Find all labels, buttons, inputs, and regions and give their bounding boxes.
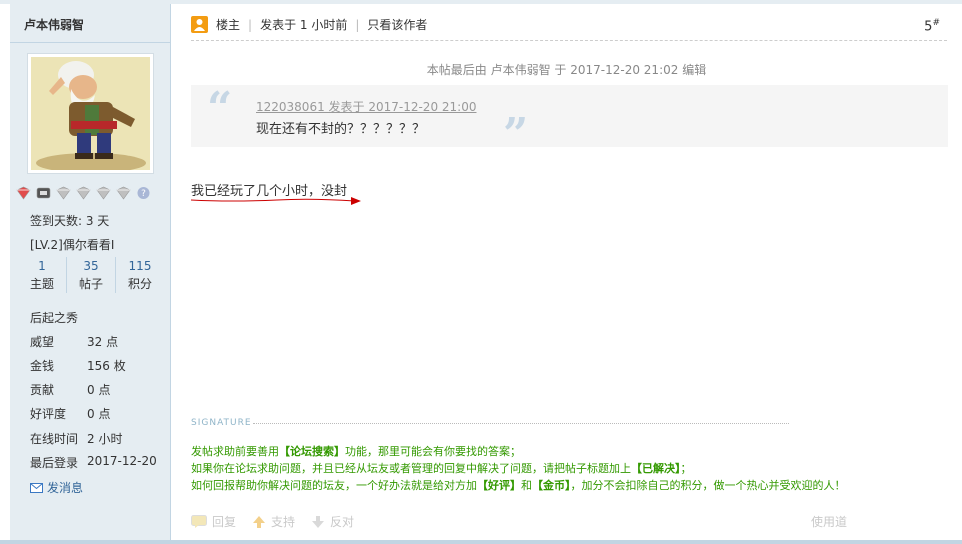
count-threads[interactable]: 1 主题 bbox=[18, 257, 67, 293]
count-label: 主题 bbox=[29, 277, 54, 291]
floor-number[interactable]: 5# bbox=[924, 18, 940, 34]
count-points[interactable]: 115 积分 bbox=[116, 257, 164, 293]
info-row: 金钱 156 枚 bbox=[30, 357, 170, 374]
oppose-label: 反对 bbox=[330, 515, 355, 529]
quote-close-icon: ” bbox=[503, 109, 529, 160]
oppose-button[interactable]: 反对 bbox=[311, 513, 354, 530]
user-counts: 1 主题 35 帖子 115 积分 bbox=[18, 257, 164, 293]
quote-author-link[interactable]: 122038061 发表于 2017-12-20 21:00 bbox=[256, 98, 476, 115]
quote-open-icon: “ bbox=[207, 83, 233, 134]
medal-dark-icon[interactable] bbox=[35, 186, 52, 200]
reply-label: 回复 bbox=[212, 515, 237, 529]
support-label: 支持 bbox=[271, 515, 296, 529]
post-header: 楼主 | 发表于 1 小时前 | 只看该作者 bbox=[191, 16, 427, 33]
only-author-link[interactable]: 只看该作者 bbox=[367, 16, 427, 33]
sig-text: 如果你在论坛求助问题，并且已经从坛友或者管理的回复中解决了问题，请把帖子标题加上 bbox=[191, 462, 631, 475]
sig-bold: 【好评】 bbox=[477, 479, 521, 492]
medal-gray-icon[interactable] bbox=[95, 186, 112, 200]
sig-bold: 【已解决】 bbox=[631, 462, 681, 475]
count-number[interactable]: 1 bbox=[18, 259, 66, 273]
post-time: 发表于 1 小时前 bbox=[260, 18, 348, 32]
sig-bold: 【论坛搜索】 bbox=[279, 445, 345, 458]
sig-text: 如何回报帮助你解决问题的坛友，一个好办法就是给对方加 bbox=[191, 479, 477, 492]
divider bbox=[191, 40, 947, 41]
avatar-image bbox=[31, 57, 150, 170]
user-level[interactable]: [LV.2]偶尔看看I bbox=[30, 236, 114, 253]
user-rank: 后起之秀 bbox=[30, 311, 79, 325]
sig-bold: 【金币】 bbox=[532, 479, 571, 492]
divider bbox=[10, 42, 170, 43]
info-value: 0 点 bbox=[87, 407, 111, 421]
post-actions: 回复 支持 反对 bbox=[191, 513, 366, 530]
sig-text: 功能，那里可能会有你要找的答案； bbox=[345, 445, 521, 458]
sig-text: 和 bbox=[521, 479, 532, 492]
floor-mark: # bbox=[932, 18, 940, 28]
count-posts[interactable]: 35 帖子 bbox=[67, 257, 116, 293]
info-label: 最后登录 bbox=[30, 456, 79, 470]
reply-icon bbox=[191, 514, 207, 528]
quote-block: “ 122038061 发表于 2017-12-20 21:00 现在还有不封的… bbox=[191, 83, 948, 157]
medal-red-icon[interactable] bbox=[15, 186, 32, 200]
envelope-icon bbox=[30, 482, 43, 493]
author-name[interactable]: 卢本伟弱智 bbox=[24, 16, 84, 33]
send-message-label: 发消息 bbox=[47, 481, 84, 495]
count-label: 帖子 bbox=[78, 277, 103, 291]
medal-gray-icon[interactable] bbox=[75, 186, 92, 200]
info-row: 最后登录 2017-12-20 bbox=[30, 454, 170, 471]
thread-owner-icon bbox=[191, 16, 208, 33]
info-value: 2 小时 bbox=[87, 432, 123, 446]
info-value: 2017-12-20 bbox=[87, 454, 157, 468]
info-label: 贡献 bbox=[30, 383, 55, 397]
count-number[interactable]: 35 bbox=[67, 259, 115, 273]
count-number[interactable]: 115 bbox=[116, 259, 164, 273]
sig-text: 发帖求助前要善用 bbox=[191, 445, 279, 458]
question-icon[interactable]: ? bbox=[135, 186, 152, 200]
quote-text: 现在还有不封的？？？？？？ bbox=[256, 122, 426, 137]
info-value: 32 点 bbox=[87, 335, 119, 349]
support-button[interactable]: 支持 bbox=[252, 513, 295, 530]
info-label: 金钱 bbox=[30, 359, 55, 373]
info-row: 贡献 0 点 bbox=[30, 381, 170, 398]
bottom-border bbox=[0, 540, 962, 544]
reply-button[interactable]: 回复 bbox=[191, 513, 236, 530]
info-label: 好评度 bbox=[30, 407, 67, 421]
avatar[interactable] bbox=[27, 53, 154, 174]
thread-owner-label: 楼主 bbox=[216, 18, 241, 32]
medal-gray-icon[interactable] bbox=[115, 186, 132, 200]
signature-line: 如果你在论坛求助问题，并且已经从坛友或者管理的回复中解决了问题，请把帖子标题加上… bbox=[191, 460, 692, 476]
info-label: 威望 bbox=[30, 335, 55, 349]
signature-divider bbox=[253, 423, 789, 424]
signature-line: 如何回报帮助你解决问题的坛友，一个好办法就是给对方加【好评】和【金币】，加分不会… bbox=[191, 477, 846, 493]
medal-gray-icon[interactable] bbox=[55, 186, 72, 200]
thumbs-down-icon bbox=[312, 515, 325, 528]
red-underline-arrow bbox=[191, 197, 361, 205]
edit-note: 本帖最后由 卢本伟弱智 于 2017-12-20 21:02 编辑 bbox=[426, 63, 707, 77]
post-main: 楼主 | 发表于 1 小时前 | 只看该作者 5# 本帖最后由 卢本伟弱智 于 … bbox=[171, 4, 962, 540]
sig-text: ； bbox=[680, 462, 692, 475]
sig-text: ，加分不会扣除自己的积分，做一个热心并受欢迎的人！ bbox=[570, 479, 846, 492]
signature-label: SIGNATURE bbox=[191, 418, 252, 428]
use-item-button[interactable]: 使用道 bbox=[811, 513, 847, 530]
info-label: 在线时间 bbox=[30, 432, 79, 446]
svg-text:?: ? bbox=[141, 189, 146, 199]
separator: | bbox=[355, 17, 360, 32]
medal-row: ? bbox=[15, 186, 152, 200]
author-sidebar: 卢本伟弱智 ? 签到天数: 3 天 [LV.2]偶尔看看I 1 主题 35 帖子… bbox=[10, 4, 171, 540]
signature-line: 发帖求助前要善用【论坛搜索】功能，那里可能会有你要找的答案； bbox=[191, 443, 521, 459]
info-value: 156 枚 bbox=[87, 359, 126, 373]
count-label: 积分 bbox=[127, 277, 152, 291]
info-value: 0 点 bbox=[87, 383, 111, 397]
sign-days: 签到天数: 3 天 bbox=[30, 214, 110, 228]
separator: | bbox=[248, 17, 253, 32]
send-message-link[interactable]: 发消息 bbox=[30, 479, 83, 496]
thumbs-up-icon bbox=[253, 515, 266, 528]
info-row: 威望 32 点 bbox=[30, 333, 170, 350]
info-row: 在线时间 2 小时 bbox=[30, 430, 170, 447]
info-row: 好评度 0 点 bbox=[30, 405, 170, 422]
